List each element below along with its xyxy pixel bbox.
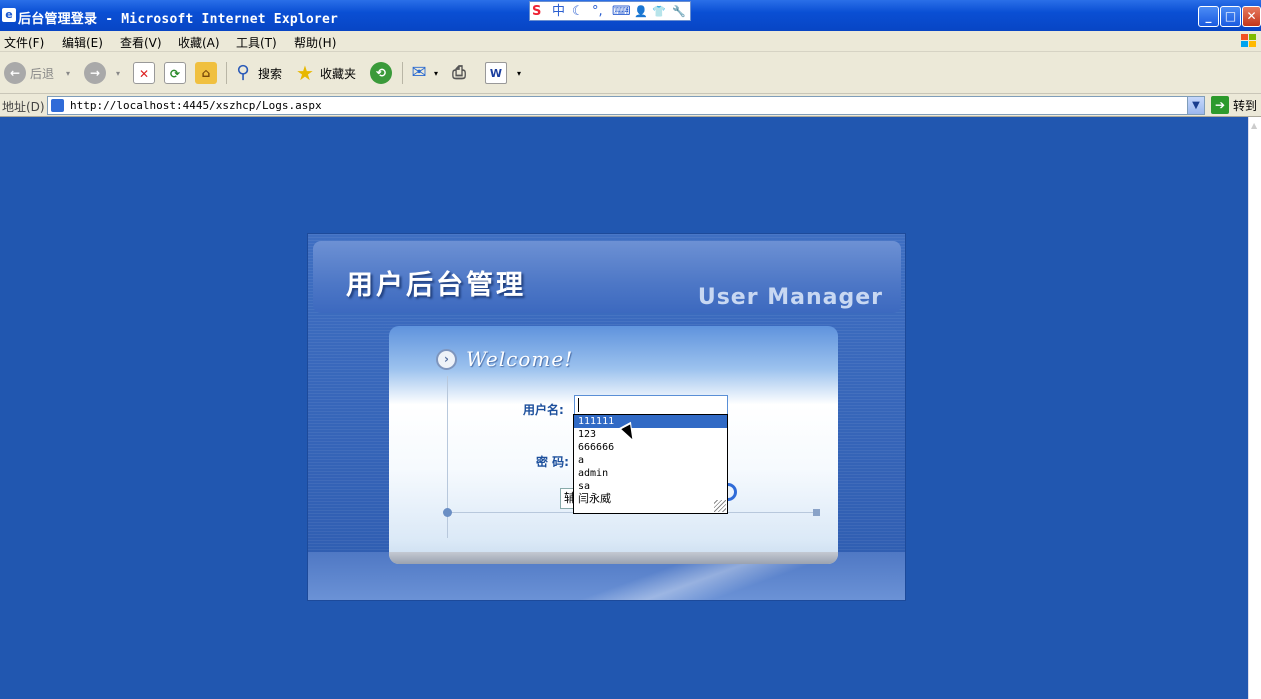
login-title: 用户后台管理 [346, 270, 526, 301]
ime-chinese-mode[interactable]: 中 [552, 3, 565, 20]
menubar: 文件(F) 编辑(E) 查看(V) 收藏(A) 工具(T) 帮助(H) [0, 31, 1261, 52]
login-subtitle: User Manager [697, 285, 883, 310]
toolbar-separator [226, 62, 227, 84]
go-arrow-icon: ➔ [1211, 96, 1229, 114]
search-button[interactable]: ⚲ 搜索 [232, 60, 282, 86]
toolbar: ← 后退 ▾ → ▾ ✕ ⟳ ⌂ ⚲ 搜索 ★ 收藏夹 ⟲ ✉ ▾ ⎙ W ▾ [0, 52, 1261, 94]
autocomplete-option[interactable]: 闫永威 [574, 492, 727, 505]
punctuation-icon[interactable]: °, [592, 3, 603, 20]
page-icon [51, 99, 64, 112]
address-bar: 地址(D) http://localhost:4445/xszhcp/Logs.… [0, 94, 1261, 117]
username-label: 用户名: [523, 403, 564, 417]
refresh-icon: ⟳ [164, 62, 186, 84]
welcome-text: Welcome! [466, 347, 574, 371]
menu-favorites[interactable]: 收藏(A) [178, 34, 220, 51]
user-icon[interactable]: 👤 [634, 3, 648, 20]
minimize-button[interactable]: _ [1198, 6, 1219, 27]
autocomplete-option[interactable]: 666666 [574, 441, 727, 454]
stop-button[interactable]: ✕ [133, 60, 159, 86]
skin-icon[interactable]: 👕 [652, 3, 666, 20]
edit-button[interactable]: W ▾ [485, 60, 521, 86]
menu-help[interactable]: 帮助(H) [294, 34, 336, 51]
print-button[interactable]: ⎙ [448, 60, 474, 86]
autocomplete-option[interactable]: admin [574, 467, 727, 480]
menu-file[interactable]: 文件(F) [4, 34, 44, 51]
password-label: 密 码: [536, 455, 569, 469]
chevron-right-icon: › [436, 349, 457, 370]
toolbar-separator [402, 62, 403, 84]
search-icon: ⚲ [236, 62, 250, 83]
autocomplete-option[interactable]: 123 [574, 428, 727, 441]
back-button[interactable]: ← 后退 ▾ [4, 60, 70, 86]
divider-dot [443, 508, 452, 517]
windows-logo-icon [1241, 34, 1256, 47]
close-button[interactable]: ✕ [1242, 6, 1261, 27]
history-button[interactable]: ⟲ [370, 60, 396, 86]
ime-toolbar[interactable]: S 中 ☾ °, ⌨ 👤 👕 🔧 [529, 1, 691, 21]
ie-page-icon: e [2, 8, 16, 22]
autocomplete-option[interactable]: 111111 [574, 415, 727, 428]
address-url[interactable]: http://localhost:4445/xszhcp/Logs.aspx [70, 99, 322, 112]
login-banner: 用户后台管理 User Manager [313, 241, 901, 313]
favorites-button[interactable]: ★ 收藏夹 [294, 60, 356, 86]
word-icon: W [485, 62, 507, 84]
forward-dropdown-icon[interactable]: ▾ [116, 69, 120, 78]
back-arrow-icon: ← [4, 62, 26, 84]
window-title: 后台管理登录 - Microsoft Internet Explorer [18, 12, 338, 27]
keyboard-icon[interactable]: ⌨ [612, 3, 631, 20]
address-dropdown-icon[interactable]: ▼ [1187, 97, 1204, 114]
resize-grip-icon[interactable] [714, 500, 726, 512]
home-button[interactable]: ⌂ [195, 60, 221, 86]
username-autocomplete[interactable]: 111111 123 666666 a admin sa 闫永威 [573, 414, 728, 514]
stop-icon: ✕ [133, 62, 155, 84]
moon-icon[interactable]: ☾ [572, 3, 584, 20]
search-label: 搜索 [258, 66, 283, 81]
favorites-label: 收藏夹 [320, 66, 357, 81]
username-input[interactable] [574, 395, 728, 415]
back-label: 后退 [30, 66, 55, 81]
address-label: 地址(D) [2, 100, 45, 114]
back-dropdown-icon[interactable]: ▾ [66, 69, 70, 78]
refresh-button[interactable]: ⟳ [164, 60, 190, 86]
autocomplete-option[interactable]: a [574, 454, 727, 467]
address-input[interactable]: http://localhost:4445/xszhcp/Logs.aspx ▼ [47, 96, 1205, 115]
menu-tools[interactable]: 工具(T) [236, 34, 277, 51]
maximize-button[interactable]: □ [1220, 6, 1241, 27]
menu-view[interactable]: 查看(V) [120, 34, 162, 51]
footer-highlight [508, 560, 848, 600]
forward-button[interactable]: → ▾ [84, 60, 120, 86]
divider-square [813, 509, 820, 516]
printer-icon: ⎙ [452, 63, 466, 83]
wrench-icon[interactable]: 🔧 [672, 3, 686, 20]
text-caret [578, 398, 579, 412]
scroll-up-icon[interactable]: ▲ [1251, 121, 1257, 130]
mail-button[interactable]: ✉ ▾ [408, 60, 438, 86]
go-button[interactable]: ➔ 转到 [1211, 96, 1257, 114]
mail-icon: ✉ [411, 62, 427, 83]
sogou-logo-icon[interactable]: S [532, 3, 541, 20]
forward-arrow-icon: → [84, 62, 106, 84]
go-label: 转到 [1233, 98, 1258, 113]
menu-edit[interactable]: 编辑(E) [62, 34, 103, 51]
star-icon: ★ [296, 61, 314, 85]
window-titlebar: e 后台管理登录 - Microsoft Internet Explorer S… [0, 0, 1261, 31]
page-scrollbar[interactable]: ▲ [1248, 117, 1261, 699]
history-icon: ⟲ [370, 62, 392, 84]
edit-dropdown-icon[interactable]: ▾ [517, 69, 521, 78]
card-footer-bar [389, 552, 838, 564]
mail-dropdown-icon[interactable]: ▾ [434, 69, 438, 78]
home-icon: ⌂ [195, 62, 217, 84]
